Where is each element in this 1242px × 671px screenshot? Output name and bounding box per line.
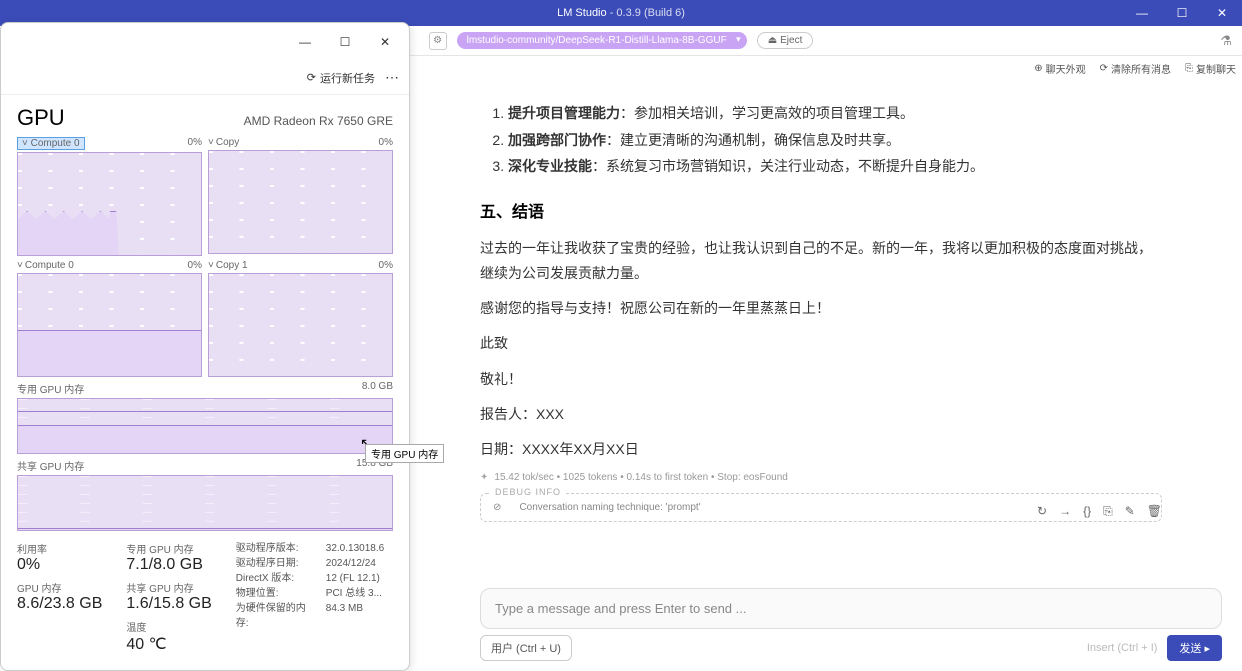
close-button[interactable]: ✕ (1202, 0, 1242, 26)
eject-button[interactable]: ⏏ Eject (757, 32, 814, 49)
paragraph: 此致 (480, 331, 1162, 356)
paragraph: 报告人：XXX (480, 402, 1162, 427)
debug-text: Conversation naming technique: 'prompt' (519, 502, 700, 513)
message-actions: ↻ → {} ⎘ ✎ 🗑 (1037, 504, 1162, 519)
copy-chat-button[interactable]: ⎘复制聊天 (1185, 61, 1236, 76)
chevron-down-icon[interactable]: ˅ (17, 260, 23, 271)
chevron-down-icon[interactable]: ˅ (208, 260, 214, 271)
tm-toolbar: ⟳ 运行新任务 ⋯ (1, 61, 409, 95)
refresh-icon[interactable]: ↻ (1037, 504, 1047, 519)
gpu-mem-value: 8.6/23.8 GB (17, 595, 102, 613)
gear-icon[interactable]: ⚙ (429, 32, 447, 50)
gpu-model: AMD Radeon Rx 7650 GRE (244, 114, 393, 128)
appearance-icon: ⊕ (1034, 63, 1042, 74)
user-role-button[interactable]: 用户 (Ctrl + U) (480, 635, 572, 661)
copy-chart[interactable]: ˅Copy0% (208, 137, 393, 256)
dedicated-gpu-mem-chart[interactable]: 专用 GPU 内存8.0 GB (17, 381, 393, 454)
appearance-button[interactable]: ⊕聊天外观 (1034, 61, 1085, 76)
compute-0-chart[interactable]: ˅ Compute 00% (17, 137, 202, 256)
section-heading: 五、结语 (480, 198, 1162, 222)
input-area: Type a message and press Enter to send .… (480, 588, 1222, 661)
model-selector[interactable]: lmstudio-community/DeepSeek-R1-Distill-L… (457, 32, 747, 49)
insert-hint: Insert (Ctrl + I) (1087, 642, 1158, 654)
message-input[interactable]: Type a message and press Enter to send .… (480, 588, 1222, 629)
new-task-button[interactable]: ⟳ 运行新任务 (307, 70, 375, 86)
minimize-button[interactable]: — (1122, 0, 1162, 26)
eject-icon: ⏏ (768, 35, 777, 46)
compute-0b-chart[interactable]: ˅Compute 00% (17, 260, 202, 377)
forward-icon[interactable]: → (1059, 504, 1071, 519)
copy-icon[interactable]: ⎘ (1103, 504, 1113, 519)
list-item: 提升项目管理能力：参加相关培训，学习更高效的项目管理工具。 (508, 100, 1162, 127)
paragraph: 日期：XXXX年XX月XX日 (480, 437, 1162, 462)
list-item: 加强跨部门协作：建立更清晰的沟通机制，确保信息及时共享。 (508, 127, 1162, 154)
paragraph: 敬礼！ (480, 367, 1162, 392)
edit-icon[interactable]: ✎ (1125, 504, 1135, 519)
paragraph: 感谢您的指导与支持！祝愿公司在新的一年里蒸蒸日上！ (480, 296, 1162, 321)
debug-label: DEBUG INFO (491, 487, 565, 497)
send-button[interactable]: 发送 ▸ (1167, 635, 1222, 661)
window-controls: — ☐ ✕ (1, 23, 409, 61)
utilization-value: 0% (17, 556, 102, 574)
tooltip: 专用 GPU 内存 (365, 444, 444, 463)
copy-1-chart[interactable]: ˅Copy 10% (208, 260, 393, 377)
paragraph: 过去的一年让我收获了宝贵的经验，也让我认识到自己的不足。新的一年，我将以更加积极… (480, 236, 1162, 286)
task-manager-window: — ☐ ✕ ⟳ 运行新任务 ⋯ GPU AMD Radeon Rx 7650 G… (0, 22, 410, 671)
maximize-button[interactable]: ☐ (1162, 0, 1202, 26)
close-button[interactable]: ✕ (365, 27, 405, 57)
copy-icon: ⎘ (1185, 63, 1193, 74)
app-version: - 0.3.9 (610, 7, 641, 19)
chat-content: 提升项目管理能力：参加相关培训，学习更高效的项目管理工具。 加强跨部门协作：建立… (420, 90, 1222, 601)
run-icon: ⟳ (307, 71, 316, 84)
app-build: (Build 6) (644, 7, 685, 19)
shared-gpu-mem-chart[interactable]: 共享 GPU 内存15.8 GB (17, 458, 393, 531)
app-name: LM Studio (557, 7, 607, 19)
list-item: 深化专业技能：系统复习市场营销知识，关注行业动态，不断提升自身能力。 (508, 153, 1162, 180)
chevron-down-icon[interactable]: ˅ Compute 0 (17, 137, 85, 150)
eject-label: Eject (780, 35, 802, 46)
maximize-button[interactable]: ☐ (325, 27, 365, 57)
gpu-details: 驱动程序版本:32.0.13018.6 驱动程序日期:2024/12/24 Di… (236, 541, 384, 654)
chat-toolbar: ⊕聊天外观 ⟳清除所有消息 ⎘复制聊天 (1034, 61, 1236, 76)
token-stats: 15.42 tok/sec • 1025 tokens • 0.14s to f… (480, 472, 1162, 483)
gpu-title: GPU (17, 105, 65, 131)
debug-icon: ⊘ (493, 502, 501, 513)
shared-mem-value: 1.6/15.8 GB (126, 595, 211, 613)
dedicated-mem-value: 7.1/8.0 GB (126, 556, 211, 574)
chevron-down-icon[interactable]: ˅ (208, 137, 214, 148)
minimize-button[interactable]: — (285, 27, 325, 57)
clear-button[interactable]: ⟳清除所有消息 (1100, 61, 1171, 76)
flask-icon[interactable]: ⚗ (1220, 33, 1232, 49)
code-icon[interactable]: {} (1083, 504, 1091, 519)
delete-icon[interactable]: 🗑 (1147, 504, 1162, 519)
more-icon[interactable]: ⋯ (385, 69, 399, 86)
temp-value: 40 ℃ (126, 634, 211, 654)
clear-icon: ⟳ (1100, 63, 1108, 74)
